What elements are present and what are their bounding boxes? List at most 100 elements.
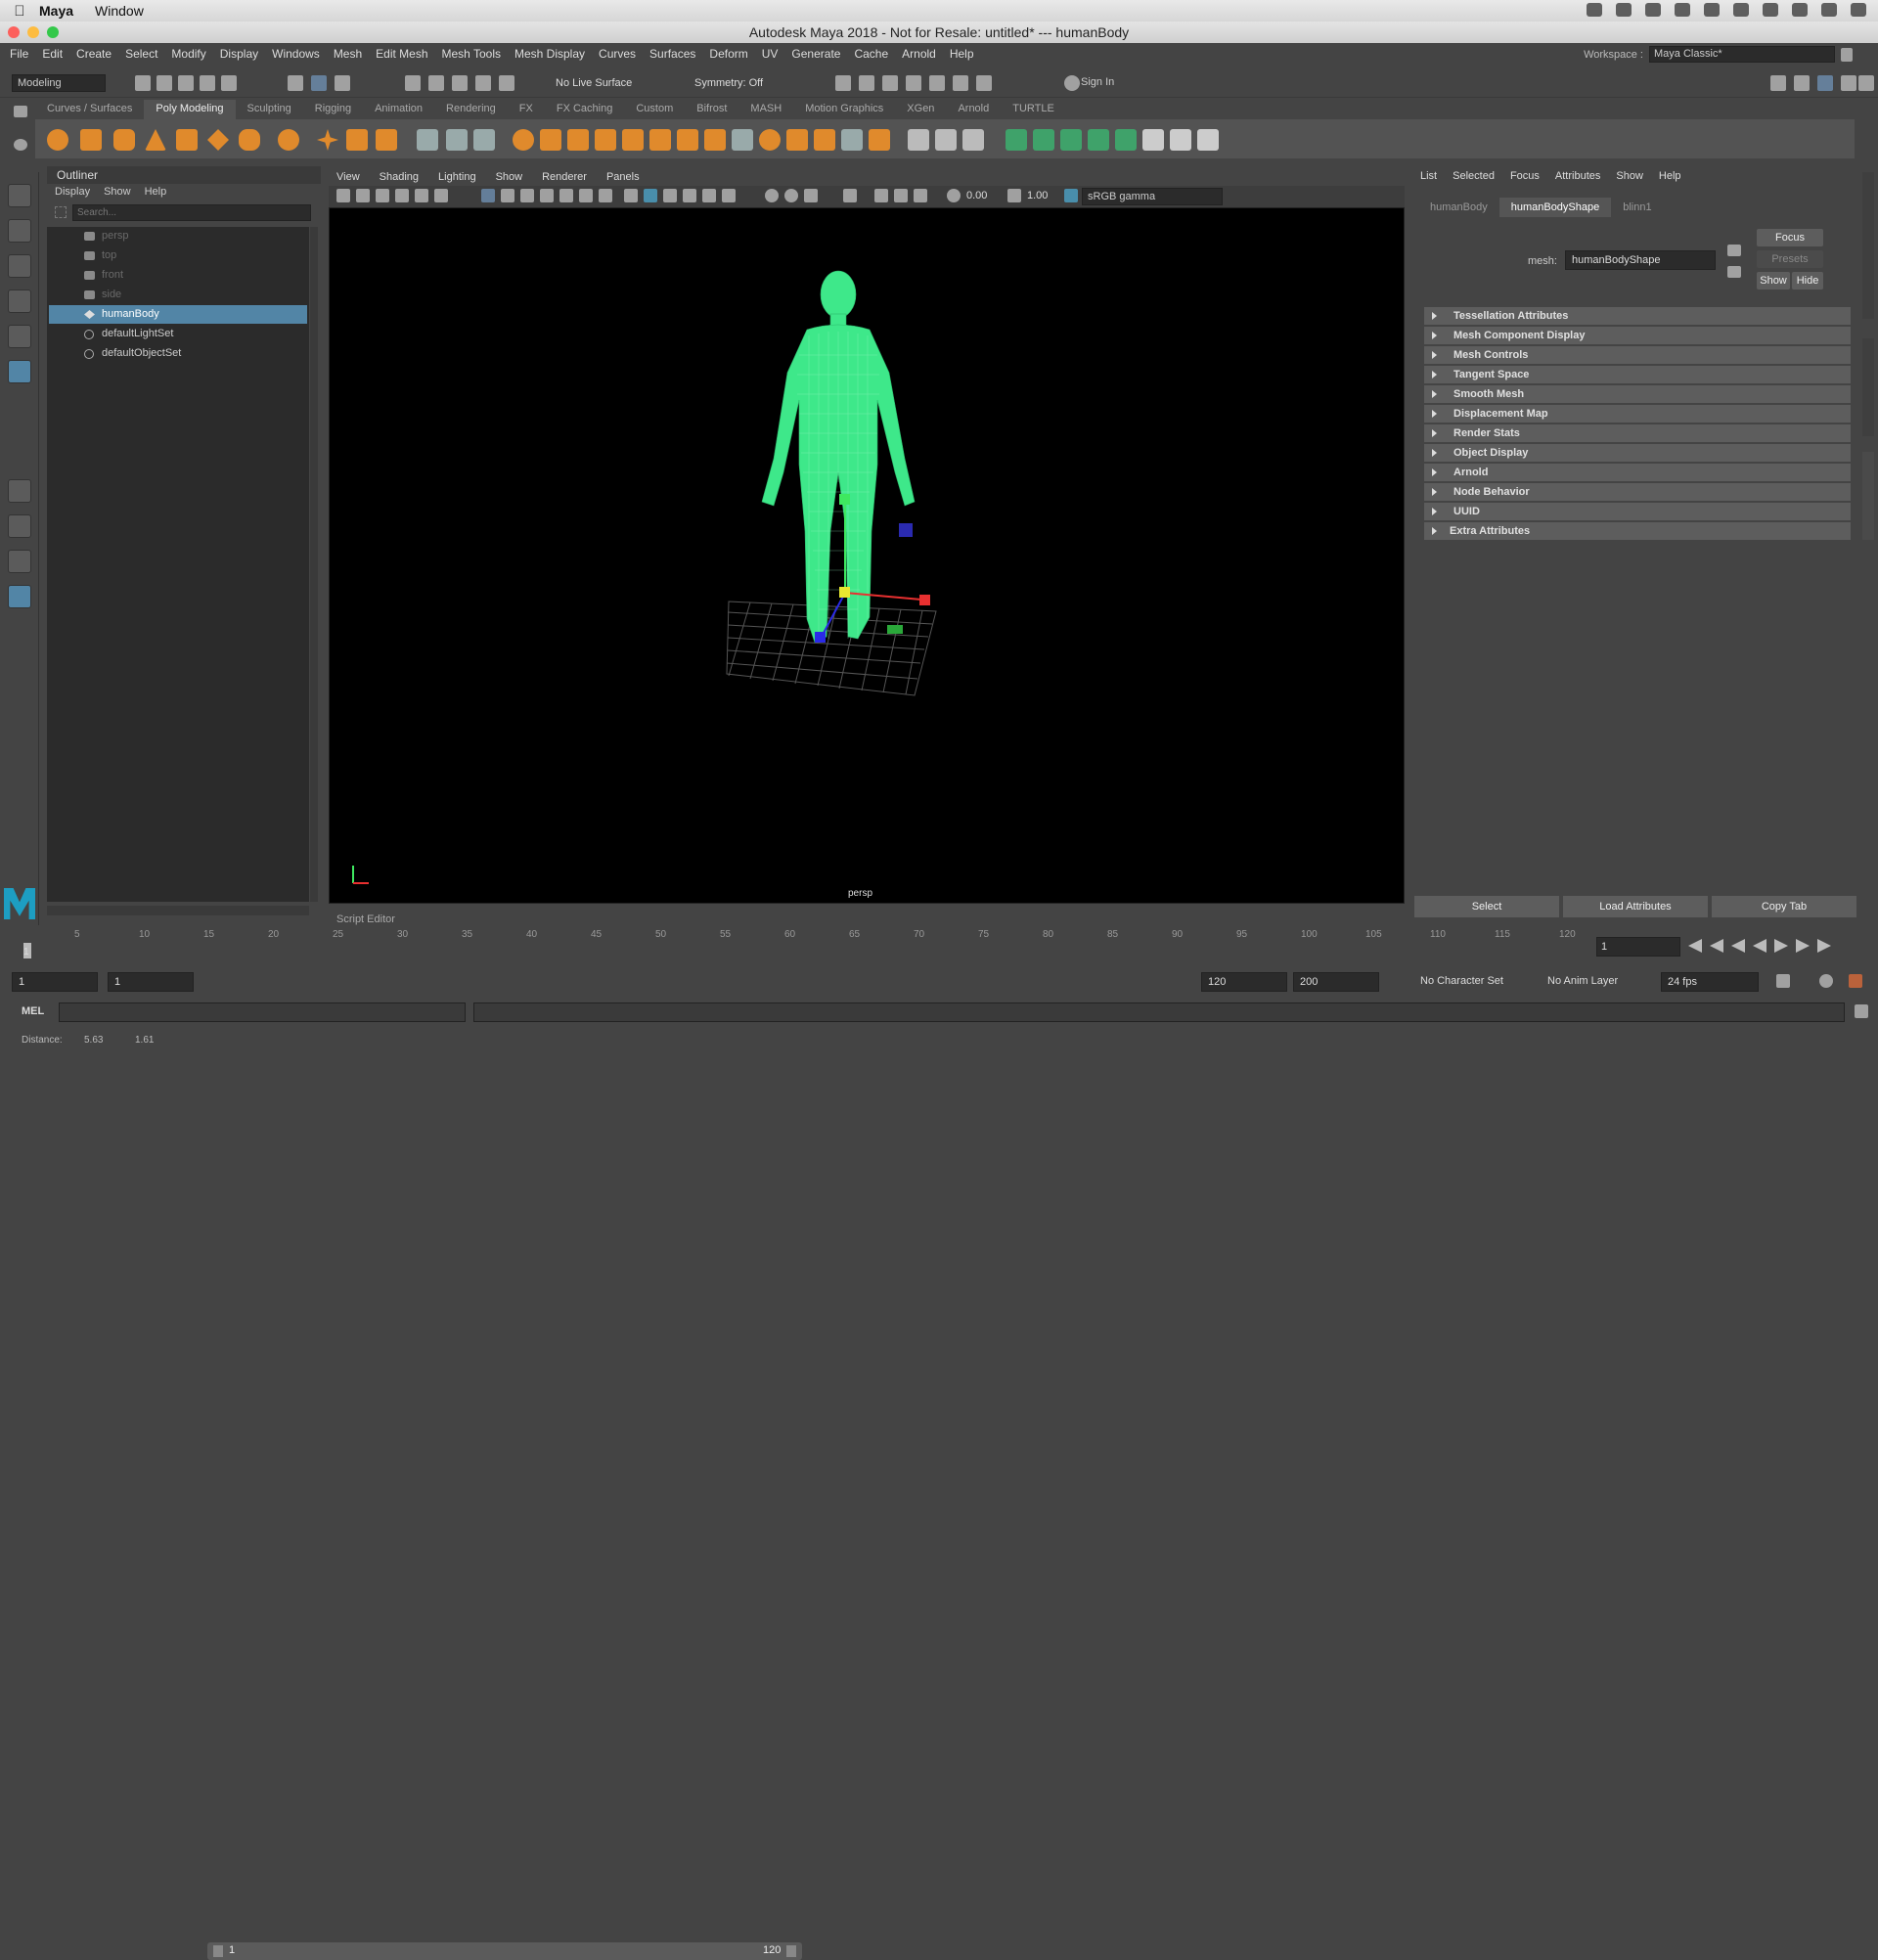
ae-select-button[interactable]: Select: [1414, 896, 1559, 917]
select-hierarchy-icon[interactable]: [288, 75, 303, 91]
ae-tab-humanbodyshape[interactable]: humanBodyShape: [1498, 198, 1612, 217]
ae-menu-help[interactable]: Help: [1659, 170, 1681, 182]
show-button[interactable]: Show: [1757, 272, 1790, 290]
menuset-dropdown[interactable]: Modeling: [12, 74, 106, 92]
outliner-menu-display[interactable]: Display: [55, 186, 90, 198]
anim-prefs-icon[interactable]: [1849, 974, 1862, 988]
boolean-union-icon[interactable]: [513, 129, 534, 151]
presets-button[interactable]: Presets: [1757, 250, 1823, 268]
shelf-tab-animation[interactable]: Animation: [363, 100, 434, 119]
uv-unfold-icon[interactable]: [1142, 129, 1164, 151]
lock-icon[interactable]: [1841, 47, 1853, 62]
menu-cache[interactable]: Cache: [854, 47, 888, 61]
select-object-icon[interactable]: [311, 75, 327, 91]
separate-icon[interactable]: [446, 129, 468, 151]
resolution-gate-icon[interactable]: [520, 189, 534, 202]
hide-button[interactable]: Hide: [1792, 272, 1823, 290]
menu-create[interactable]: Create: [76, 47, 112, 61]
shelf-tab-rigging[interactable]: Rigging: [303, 100, 363, 119]
channel-box-icon[interactable]: [1841, 75, 1856, 91]
status-icon[interactable]: [1587, 3, 1602, 17]
section-render-stats[interactable]: Render Stats: [1424, 424, 1851, 442]
auto-key-icon[interactable]: [1819, 974, 1833, 988]
go-to-input-icon[interactable]: [1727, 245, 1741, 256]
attribute-editor-side-tab[interactable]: [1862, 452, 1874, 540]
pause-icon[interactable]: [976, 75, 992, 91]
range-end-handle[interactable]: [786, 1945, 796, 1957]
camera-lock-icon[interactable]: [356, 189, 370, 202]
ambient-occlusion-icon[interactable]: [765, 189, 779, 202]
render-view-icon[interactable]: [929, 75, 945, 91]
mac-menu-window[interactable]: Window: [95, 3, 144, 19]
settings-icon[interactable]: [1858, 75, 1874, 91]
range-slider[interactable]: 1 120: [207, 1942, 802, 1960]
wireframe-icon[interactable]: [624, 189, 638, 202]
single-perspective-layout-icon[interactable]: [8, 479, 31, 503]
end-time-field[interactable]: 200: [1293, 972, 1379, 992]
poly-text-icon[interactable]: [346, 129, 368, 151]
playback-end-field[interactable]: 120: [1201, 972, 1287, 992]
open-scene-icon[interactable]: [156, 75, 172, 91]
select-component-icon[interactable]: [335, 75, 350, 91]
menu-select[interactable]: Select: [125, 47, 157, 61]
four-view-layout-icon[interactable]: [8, 514, 31, 538]
menu-windows[interactable]: Windows: [272, 47, 320, 61]
command-input[interactable]: [59, 1002, 466, 1022]
append-polygon-icon[interactable]: [649, 129, 671, 151]
shelf-menu-icon[interactable]: [14, 106, 27, 117]
script-editor-icon[interactable]: [1855, 1004, 1868, 1018]
render-icon[interactable]: [835, 75, 851, 91]
shelf-tab-xgen[interactable]: XGen: [895, 100, 946, 119]
use-all-lights-icon[interactable]: [702, 189, 716, 202]
undo-icon[interactable]: [200, 75, 215, 91]
side-by-side-layout-icon[interactable]: [8, 550, 31, 573]
step-back-frame-icon[interactable]: [1731, 939, 1745, 953]
wireframe-on-shaded-icon[interactable]: [663, 189, 677, 202]
status-icon[interactable]: [1645, 3, 1661, 17]
camera-attributes-icon[interactable]: [336, 189, 350, 202]
section-extra-attributes[interactable]: Extra Attributes: [1424, 522, 1851, 540]
paint-select-icon[interactable]: [8, 254, 31, 278]
script-editor-label[interactable]: Script Editor: [336, 913, 395, 925]
poly-sphere-icon[interactable]: [47, 129, 68, 151]
fill-hole-icon[interactable]: [622, 129, 644, 151]
minimize-window-button[interactable]: [27, 26, 39, 38]
script-language-toggle[interactable]: MEL: [22, 1005, 44, 1017]
safe-action-icon[interactable]: [579, 189, 593, 202]
sign-in-button[interactable]: Sign In: [1076, 74, 1170, 92]
outliner-item-humanbody[interactable]: humanBody: [49, 305, 307, 324]
grid-icon[interactable]: [481, 189, 495, 202]
search-icon[interactable]: [1821, 3, 1837, 17]
exposure-value[interactable]: 0.00: [966, 190, 987, 201]
render-settings-icon[interactable]: [882, 75, 898, 91]
sculpt-brush-icon[interactable]: [962, 129, 984, 151]
ae-tab-blinn1[interactable]: blinn1: [1611, 198, 1663, 217]
lasso-tool-icon[interactable]: [8, 219, 31, 243]
play-forwards-icon[interactable]: [1774, 939, 1788, 953]
poly-pipe-icon[interactable]: [239, 129, 260, 151]
menu-mesh[interactable]: Mesh: [334, 47, 362, 61]
ae-menu-show[interactable]: Show: [1616, 170, 1643, 182]
poly-superellipse-icon[interactable]: [317, 129, 338, 151]
section-mesh-controls[interactable]: Mesh Controls: [1424, 346, 1851, 364]
menu-arnold[interactable]: Arnold: [902, 47, 936, 61]
ipr-render-icon[interactable]: [859, 75, 874, 91]
target-weld-icon[interactable]: [786, 129, 808, 151]
viewport-menu-shading[interactable]: Shading: [380, 168, 419, 186]
go-to-output-icon[interactable]: [1727, 266, 1741, 278]
menu-list-icon[interactable]: [1851, 3, 1866, 17]
focus-button[interactable]: Focus: [1757, 229, 1823, 246]
menu-modify[interactable]: Modify: [171, 47, 205, 61]
save-scene-icon[interactable]: [178, 75, 194, 91]
color-space-dropdown[interactable]: sRGB gamma: [1082, 188, 1223, 205]
menu-edit[interactable]: Edit: [42, 47, 63, 61]
rotate-tool-icon[interactable]: [8, 325, 31, 348]
wifi-icon[interactable]: [1733, 3, 1749, 17]
section-smooth-mesh[interactable]: Smooth Mesh: [1424, 385, 1851, 403]
play-backwards-icon[interactable]: [1753, 939, 1766, 953]
section-arnold[interactable]: Arnold: [1424, 464, 1851, 481]
bookmark-icon[interactable]: [376, 189, 389, 202]
section-mesh-component-display[interactable]: Mesh Component Display: [1424, 327, 1851, 344]
anim-layer-dropdown[interactable]: No Anim Layer: [1547, 975, 1618, 987]
redo-icon[interactable]: [221, 75, 237, 91]
